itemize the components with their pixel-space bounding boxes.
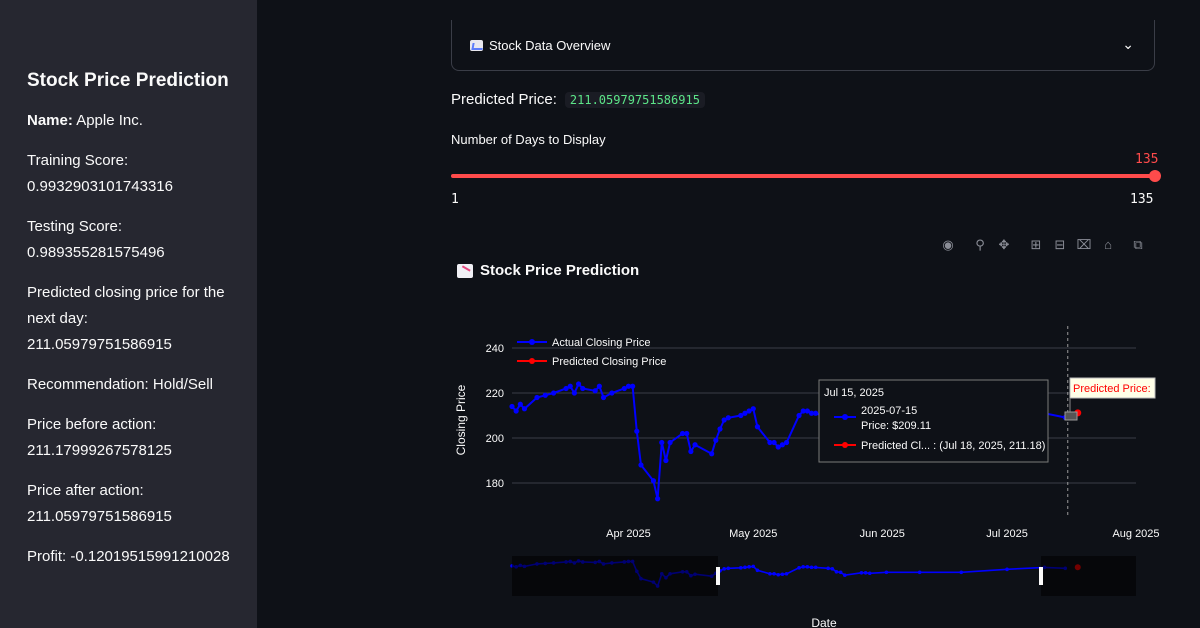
range-slider-point [826,566,830,571]
actual-price-point [509,403,515,410]
actual-price-point [659,439,665,446]
range-slider-point [867,571,872,576]
actual-price-point [542,392,548,398]
actual-price-point [567,383,573,389]
actual-price-point [600,394,607,401]
range-slider-point [801,565,805,569]
range-slider-point [797,566,801,570]
range-slider-point [743,565,747,570]
x-tick-label: Jul 2025 [986,528,1028,540]
actual-price-point [596,383,602,389]
actual-price-point [655,496,661,502]
actual-price-point [754,424,761,430]
actual-price-point [709,451,715,457]
range-slider-point [776,572,781,577]
range-slider-point [959,570,964,575]
range-slider-point [859,570,864,575]
price-chart[interactable]: 180 200 220 240 Apr 2025 May 2025 Jun 2025 Jul … [0,0,1200,628]
prediction-annotation-text: Predicted Price: [1073,383,1151,395]
range-slider-mask-right [1041,556,1136,596]
actual-price-point [580,385,586,392]
actual-price-point [650,478,657,484]
actual-price-point [783,439,790,446]
range-slider-point [747,565,751,569]
x-tick-label: Aug 2025 [1112,528,1159,540]
range-slider-point [772,571,776,576]
actual-price-point [688,448,694,455]
x-tick-label: May 2025 [729,528,777,540]
actual-price-point [750,406,756,412]
actual-price-point [667,439,673,446]
range-slider-point [784,571,789,576]
actual-price-point [717,426,723,432]
legend-actual-marker [529,339,535,345]
range-slider-point [739,566,743,570]
range-slider-point [1005,567,1009,572]
range-slider-point [726,566,731,571]
y-tick-label: 200 [486,433,504,445]
range-slider-point [884,570,889,575]
actual-price-point [638,462,644,468]
actual-price-point [534,394,540,401]
range-slider-point [917,570,922,575]
actual-price-point [796,412,802,419]
legend-actual-label: Actual Closing Price [552,337,650,349]
annotation-arrow-head [1064,411,1078,421]
actual-price-point [771,439,777,446]
tooltip-predicted-marker [842,442,848,448]
actual-price-point [813,410,819,416]
actual-price-point [692,442,698,448]
range-slider-point [768,571,772,576]
tooltip-predicted-text: Predicted Cl... : (Jul 18, 2025, 211.18) [861,440,1045,452]
actual-price-point [575,381,582,387]
range-slider-point [805,565,810,569]
actual-price-point [684,430,690,437]
actual-price-point [517,401,523,407]
y-axis-label: Closing Price [454,384,468,455]
actual-price-point [634,428,640,434]
legend-predicted-label: Predicted Closing Price [552,356,666,368]
x-axis-label: Date [811,616,837,628]
range-slider-point [863,570,868,575]
legend-predicted-marker [529,358,535,364]
tooltip-date: Jul 15, 2025 [824,387,884,399]
actual-price-point [663,457,669,464]
actual-price-point [521,406,528,412]
actual-price-point [513,408,519,414]
range-slider-point [843,573,847,578]
range-slider-point [780,572,785,577]
actual-price-point [713,437,719,443]
tooltip-actual-price: Price: $209.11 [861,420,931,432]
range-slider-point [813,565,818,570]
tooltip-actual-date: 2025-07-15 [861,405,917,417]
actual-price-point [630,383,636,389]
range-slider-mask-left [512,556,718,596]
range-slider-point [838,570,843,575]
actual-price-point [551,390,557,396]
actual-price-point [609,390,615,396]
tooltip-actual-marker [842,414,848,420]
actual-price-point [571,390,578,396]
x-tick-label: Jun 2025 [860,528,905,540]
y-tick-label: 180 [486,478,504,490]
range-slider-point [751,564,756,569]
actual-price-point [725,415,731,421]
range-slider-point [834,569,839,574]
y-tick-label: 240 [486,343,504,355]
range-slider-point [722,567,726,571]
actual-price-point [592,388,598,394]
x-tick-label: Apr 2025 [606,528,651,540]
range-slider-point [809,565,814,570]
range-slider-handle-right[interactable] [1039,567,1043,585]
y-tick-label: 220 [486,388,504,400]
range-slider-point [755,568,760,573]
range-slider-handle-left[interactable] [716,567,720,585]
range-slider-point [830,567,835,571]
